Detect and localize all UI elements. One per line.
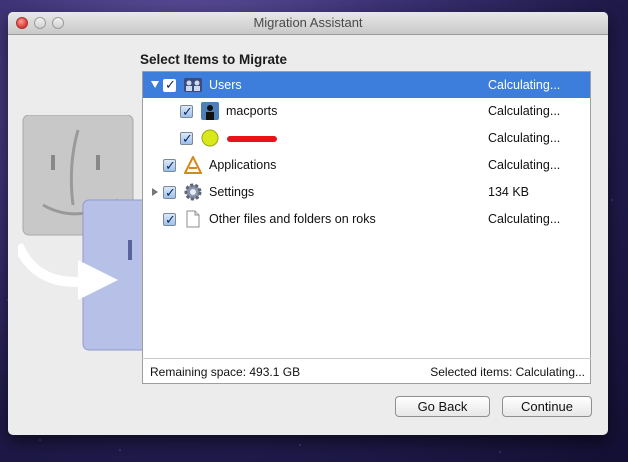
item-label: Applications (209, 158, 277, 172)
status-bar: Remaining space: 493.1 GB Selected items… (142, 358, 591, 384)
disclosure-triangle-expanded-icon[interactable] (151, 81, 159, 88)
item-size: 134 KB (488, 185, 530, 199)
macports-checkbox[interactable] (180, 98, 193, 125)
item-label: Users (209, 78, 242, 92)
migration-assistant-window: Migration Assistant Select Items to Migr… (8, 12, 608, 435)
user-redacted-checkbox[interactable] (180, 125, 193, 152)
item-size: Calculating... (488, 158, 561, 172)
item-label: Other files and folders on roks (209, 212, 376, 226)
finder-logo-icon (18, 115, 148, 351)
other-files-checkbox[interactable] (163, 206, 176, 233)
tennis-ball-icon (201, 129, 219, 147)
users-checkbox[interactable] (163, 72, 176, 98)
title-bar[interactable]: Migration Assistant (8, 12, 608, 35)
migration-items-list[interactable]: Users Calculating... macports Calculatin… (142, 71, 591, 384)
list-item-settings[interactable]: Settings 134 KB (143, 179, 590, 206)
item-size: Calculating... (488, 212, 561, 226)
settings-checkbox[interactable] (163, 179, 176, 206)
applications-icon (184, 156, 202, 174)
window-controls (16, 17, 64, 29)
user-icon (201, 102, 219, 120)
minimize-button[interactable] (34, 17, 46, 29)
list-item-user-redacted[interactable]: Calculating... (143, 125, 590, 152)
item-size: Calculating... (488, 78, 561, 92)
list-item-macports[interactable]: macports Calculating... (143, 98, 590, 125)
disclosure-triangle-collapsed-icon[interactable] (152, 188, 158, 196)
page-title: Select Items to Migrate (140, 52, 288, 67)
zoom-button[interactable] (52, 17, 64, 29)
document-icon (186, 210, 200, 228)
list-item-other-files[interactable]: Other files and folders on roks Calculat… (143, 206, 590, 233)
gear-icon (184, 183, 202, 201)
go-back-button[interactable]: Go Back (395, 396, 490, 417)
remaining-space: Remaining space: 493.1 GB (150, 365, 301, 379)
list-item-users[interactable]: Users Calculating... (143, 72, 590, 98)
item-size: Calculating... (488, 131, 561, 145)
list-item-applications[interactable]: Applications Calculating... (143, 152, 590, 179)
item-label: Settings (209, 185, 255, 199)
item-label: macports (226, 104, 278, 118)
item-size: Calculating... (488, 104, 561, 118)
redacted-username (227, 136, 277, 142)
users-icon (184, 78, 202, 92)
continue-button[interactable]: Continue (502, 396, 592, 417)
close-button[interactable] (16, 17, 28, 29)
window-title: Migration Assistant (253, 15, 363, 30)
applications-checkbox[interactable] (163, 152, 176, 179)
selected-items-size: Selected items: Calculating... (430, 365, 585, 379)
